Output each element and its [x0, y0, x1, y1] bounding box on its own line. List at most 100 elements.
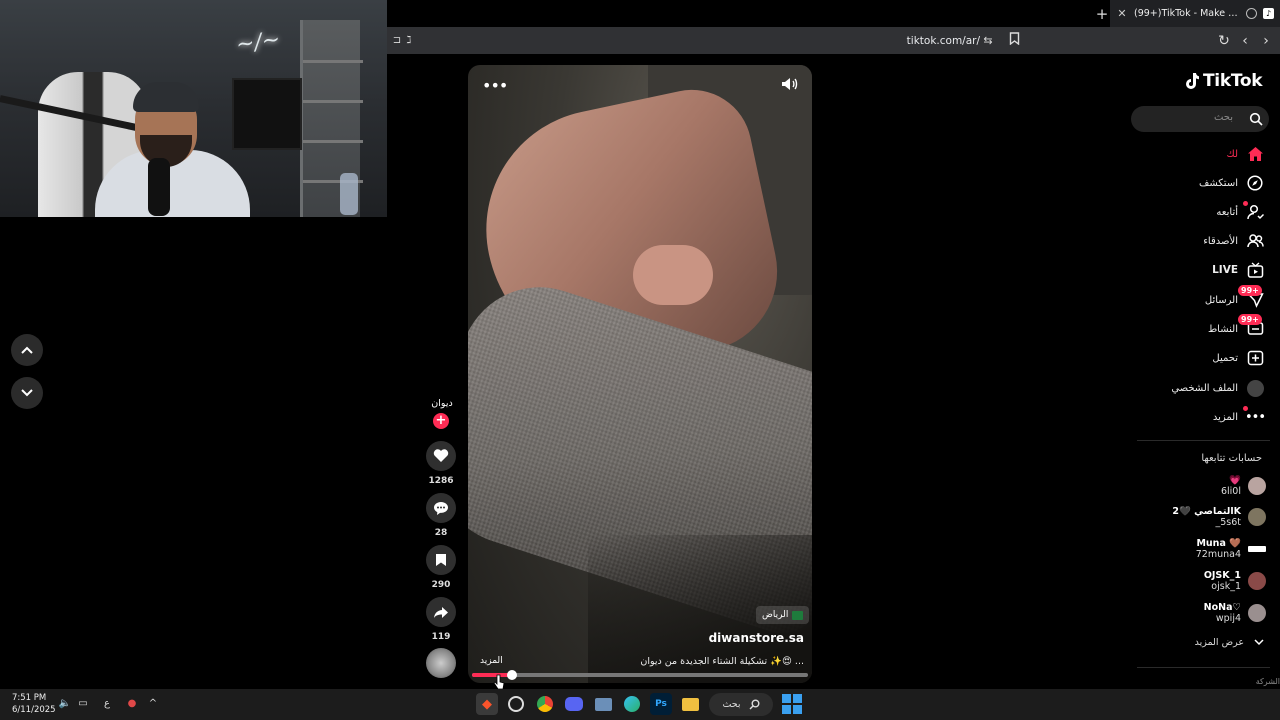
- friends-icon: [1246, 232, 1264, 250]
- music-disc[interactable]: [426, 648, 456, 678]
- share-button[interactable]: [426, 597, 456, 627]
- address-bar[interactable]: tiktok.com/ar/: [907, 31, 980, 51]
- obs-app-icon[interactable]: [505, 693, 527, 715]
- translate-icon[interactable]: ℷ: [399, 31, 419, 51]
- nav-upload-label: تحميل: [1212, 352, 1238, 364]
- more-dot: [1243, 406, 1248, 411]
- previous-video-button[interactable]: [11, 334, 43, 366]
- nav-messages-label: الرسائل: [1204, 294, 1238, 306]
- following-accounts-title: حسابات تتابعها: [1201, 453, 1262, 464]
- webcam-person-cap: [133, 82, 199, 112]
- file-explorer-app-icon[interactable]: [679, 693, 701, 715]
- nav-following[interactable]: أتابعه: [1216, 200, 1264, 224]
- site-settings-icon[interactable]: ⇆: [978, 31, 998, 51]
- volume-tray-icon[interactable]: 🔈: [58, 697, 72, 711]
- taskbar-search-label: بحث: [722, 699, 741, 710]
- tray-overflow-chevron-icon[interactable]: ^: [146, 697, 160, 711]
- account-username: 72muna4: [1195, 549, 1241, 560]
- search-input[interactable]: بحث: [1131, 106, 1269, 132]
- video-progress-bar[interactable]: [472, 670, 808, 680]
- nav-for-you-label: لك: [1226, 148, 1238, 160]
- forward-icon[interactable]: ›: [1256, 31, 1276, 51]
- company-link[interactable]: الشركة: [1256, 677, 1280, 686]
- following-account[interactable]: OJSK_1 ojsk_1: [1204, 570, 1266, 592]
- account-username: wpij4: [1215, 613, 1241, 624]
- nav-explore[interactable]: استكشف: [1199, 171, 1264, 195]
- following-account[interactable]: التماصي 🖤2K _5s6t: [1172, 506, 1266, 528]
- taskbar-search[interactable]: بحث: [709, 693, 773, 716]
- nav-upload[interactable]: تحميل: [1212, 346, 1264, 370]
- comment-button[interactable]: [426, 493, 456, 523]
- following-account[interactable]: 💗 6li0l: [1221, 475, 1266, 497]
- tiktok-logo[interactable]: TikTok: [1184, 71, 1263, 91]
- video-thumb: [633, 245, 713, 305]
- back-icon[interactable]: ‹: [1235, 31, 1255, 51]
- video-player[interactable]: [468, 65, 812, 683]
- activity-badge: 99+: [1238, 314, 1262, 325]
- chrome-app-icon[interactable]: [534, 693, 556, 715]
- video-author-name[interactable]: diwanstore.sa: [709, 631, 804, 645]
- nav-profile[interactable]: الملف الشخصي: [1171, 376, 1264, 400]
- sidebar-divider: [1137, 440, 1270, 441]
- follow-button[interactable]: +: [433, 413, 449, 429]
- browser-tab[interactable]: ✕ (99+)TikTok - Make Your Day ♪: [1110, 0, 1280, 27]
- nav-activity[interactable]: النشاط 99+: [1208, 314, 1264, 341]
- next-video-button[interactable]: [11, 377, 43, 409]
- comment-count: 28: [434, 528, 448, 538]
- account-display-name: Muna 🤎: [1196, 538, 1241, 549]
- network-tray-icon[interactable]: ▭: [76, 697, 90, 711]
- brave-browser-app-icon[interactable]: ◆: [476, 693, 498, 715]
- send-icon: 99+: [1238, 285, 1264, 309]
- windows-start-icon[interactable]: [782, 694, 802, 714]
- account-username: _5s6t: [1215, 517, 1241, 528]
- nav-friends[interactable]: الأصدقاء: [1203, 229, 1264, 253]
- chevron-up-icon: [21, 346, 33, 354]
- search-placeholder: بحث: [1213, 112, 1233, 123]
- taskbar-clock[interactable]: 7:51 PM 6/11/2025: [12, 692, 56, 716]
- nav-profile-label: الملف الشخصي: [1171, 382, 1238, 394]
- sidebar-divider: [1137, 667, 1270, 668]
- like-button[interactable]: [426, 441, 456, 471]
- nav-live[interactable]: LIVE: [1212, 258, 1264, 282]
- task-view-app-icon[interactable]: [592, 693, 614, 715]
- live-tv-icon: [1246, 261, 1264, 279]
- home-icon: [1246, 145, 1264, 163]
- account-avatar: [1248, 546, 1266, 552]
- reload-icon[interactable]: ↻: [1214, 31, 1234, 51]
- browser-toolbar: ⊐ ℷ tiktok.com/ar/ ⇆ ↻ ‹ ›: [387, 27, 1280, 54]
- bookmark-icon[interactable]: [1004, 31, 1024, 51]
- account-avatar: [1248, 604, 1266, 622]
- account-display-name: NoNa♡: [1203, 602, 1241, 613]
- messages-badge: 99+: [1238, 285, 1262, 296]
- location-chip[interactable]: الرياض: [756, 606, 810, 624]
- user-follow-icon: [1243, 201, 1264, 221]
- webcam-tv: [232, 78, 302, 150]
- photoshop-app-icon[interactable]: Ps: [650, 693, 672, 715]
- webcam-neon-sign: ~/~: [234, 27, 282, 58]
- search-icon[interactable]: [1249, 112, 1263, 126]
- account-display-name: OJSK_1: [1203, 570, 1241, 581]
- new-tab-button[interactable]: +: [1092, 4, 1112, 24]
- following-account[interactable]: NoNa♡ wpij4: [1204, 602, 1266, 624]
- discord-app-icon[interactable]: [563, 693, 585, 715]
- nav-more[interactable]: المزيد •••: [1212, 405, 1266, 429]
- comment-icon: [434, 501, 448, 515]
- nav-messages[interactable]: الرسائل 99+: [1204, 285, 1264, 312]
- input-language-indicator[interactable]: ع: [100, 697, 114, 711]
- account-avatar: [1248, 477, 1266, 495]
- video-more-options-icon[interactable]: •••: [482, 76, 508, 96]
- webcam-microphone: [148, 158, 170, 216]
- streamer-webcam: ~/~: [0, 0, 387, 217]
- save-button[interactable]: [426, 545, 456, 575]
- volume-icon[interactable]: [780, 76, 802, 96]
- show-more-accounts-button[interactable]: عرض المزيد: [1195, 637, 1264, 648]
- tab-close-icon[interactable]: ✕: [1116, 7, 1128, 20]
- nav-for-you[interactable]: لك: [1227, 142, 1264, 166]
- caption-more-link[interactable]: المزيد: [480, 656, 503, 666]
- edge-app-icon[interactable]: [621, 693, 643, 715]
- microphone-tray-icon[interactable]: ●: [125, 697, 139, 711]
- tiktok-favicon-icon: ♪: [1263, 8, 1274, 19]
- author-handle[interactable]: ديوان: [422, 398, 462, 409]
- nav-more-label: المزيد: [1212, 411, 1238, 423]
- following-account[interactable]: Muna 🤎 72muna4: [1196, 538, 1266, 560]
